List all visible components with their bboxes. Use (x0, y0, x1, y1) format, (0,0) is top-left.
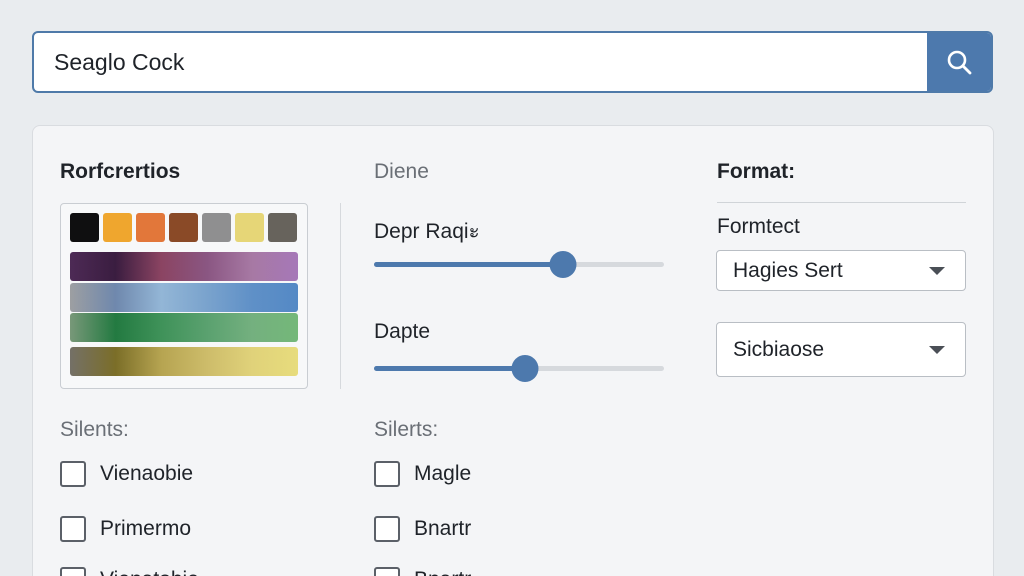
checkbox-item[interactable]: Vienaobie (60, 461, 193, 487)
settings-panel: Rorfcrertios Silents: Vienaobie Primermo… (32, 125, 994, 576)
slider-fill (374, 262, 563, 267)
palette-swatch[interactable] (268, 213, 297, 242)
slider2-label: Dapte (374, 320, 431, 343)
palette-swatch[interactable] (169, 213, 198, 242)
checkbox-item[interactable]: Bnartr (374, 516, 471, 542)
heading-divider (717, 202, 966, 203)
checkbox-item[interactable]: Primermo (60, 516, 191, 542)
checkbox[interactable] (60, 461, 86, 487)
checkbox-label: Vienatohie (100, 568, 199, 576)
search-icon (947, 50, 972, 75)
slider-thumb[interactable] (511, 355, 539, 382)
column-divider (340, 203, 341, 389)
slider-fill (374, 366, 525, 371)
checkbox-item[interactable]: Magle (374, 461, 471, 487)
palette-swatch[interactable] (70, 213, 99, 242)
column2-heading: Diene (374, 160, 429, 183)
chevron-down-icon (929, 266, 945, 275)
slider-thumb[interactable] (549, 251, 576, 278)
slider1[interactable] (374, 251, 664, 278)
select-value: Sicbiaose (733, 337, 825, 361)
checkbox-label: Magle (414, 462, 472, 485)
palette-row-green[interactable] (70, 313, 298, 342)
palette-row-blue[interactable] (70, 283, 298, 312)
checkbox[interactable] (374, 516, 400, 542)
checkbox-label: Bnartr (414, 568, 471, 576)
checkbox-item[interactable]: Bnartr (374, 567, 471, 576)
checkbox-label: Primermo (100, 517, 192, 540)
checkbox-item[interactable]: Vienatohie (60, 567, 199, 576)
palette-swatch[interactable] (202, 213, 231, 242)
slider1-label: Depr Raqiะ (374, 220, 480, 243)
palette-swatch[interactable] (136, 213, 165, 242)
color-palette (60, 203, 308, 389)
checkbox[interactable] (60, 567, 86, 576)
palette-row-yellow[interactable] (70, 347, 298, 376)
chevron-down-icon (929, 345, 945, 354)
select-value: Hagies Sert (733, 258, 843, 282)
checkbox-label: Bnartr (414, 517, 472, 540)
palette-swatch[interactable] (235, 213, 264, 242)
column1-section-label: Silents: (60, 418, 129, 441)
column3-heading: Format: (717, 160, 796, 183)
checkbox[interactable] (374, 461, 400, 487)
format-select-2[interactable]: Sicbiaose (716, 322, 966, 377)
search-input[interactable] (34, 33, 927, 91)
column3-subheading: Formtect (717, 215, 800, 238)
column2-section-label: Silerts: (374, 418, 439, 441)
palette-swatch[interactable] (103, 213, 132, 242)
palette-row-purple[interactable] (70, 252, 298, 281)
search-button[interactable] (927, 33, 991, 91)
slider2[interactable] (374, 355, 664, 382)
search-bar (32, 31, 993, 93)
checkbox-label: Vienaobie (100, 462, 194, 485)
format-select-1[interactable]: Hagies Sert (716, 250, 966, 291)
column1-heading: Rorfcrertios (60, 160, 181, 183)
checkbox[interactable] (374, 567, 400, 576)
checkbox[interactable] (60, 516, 86, 542)
